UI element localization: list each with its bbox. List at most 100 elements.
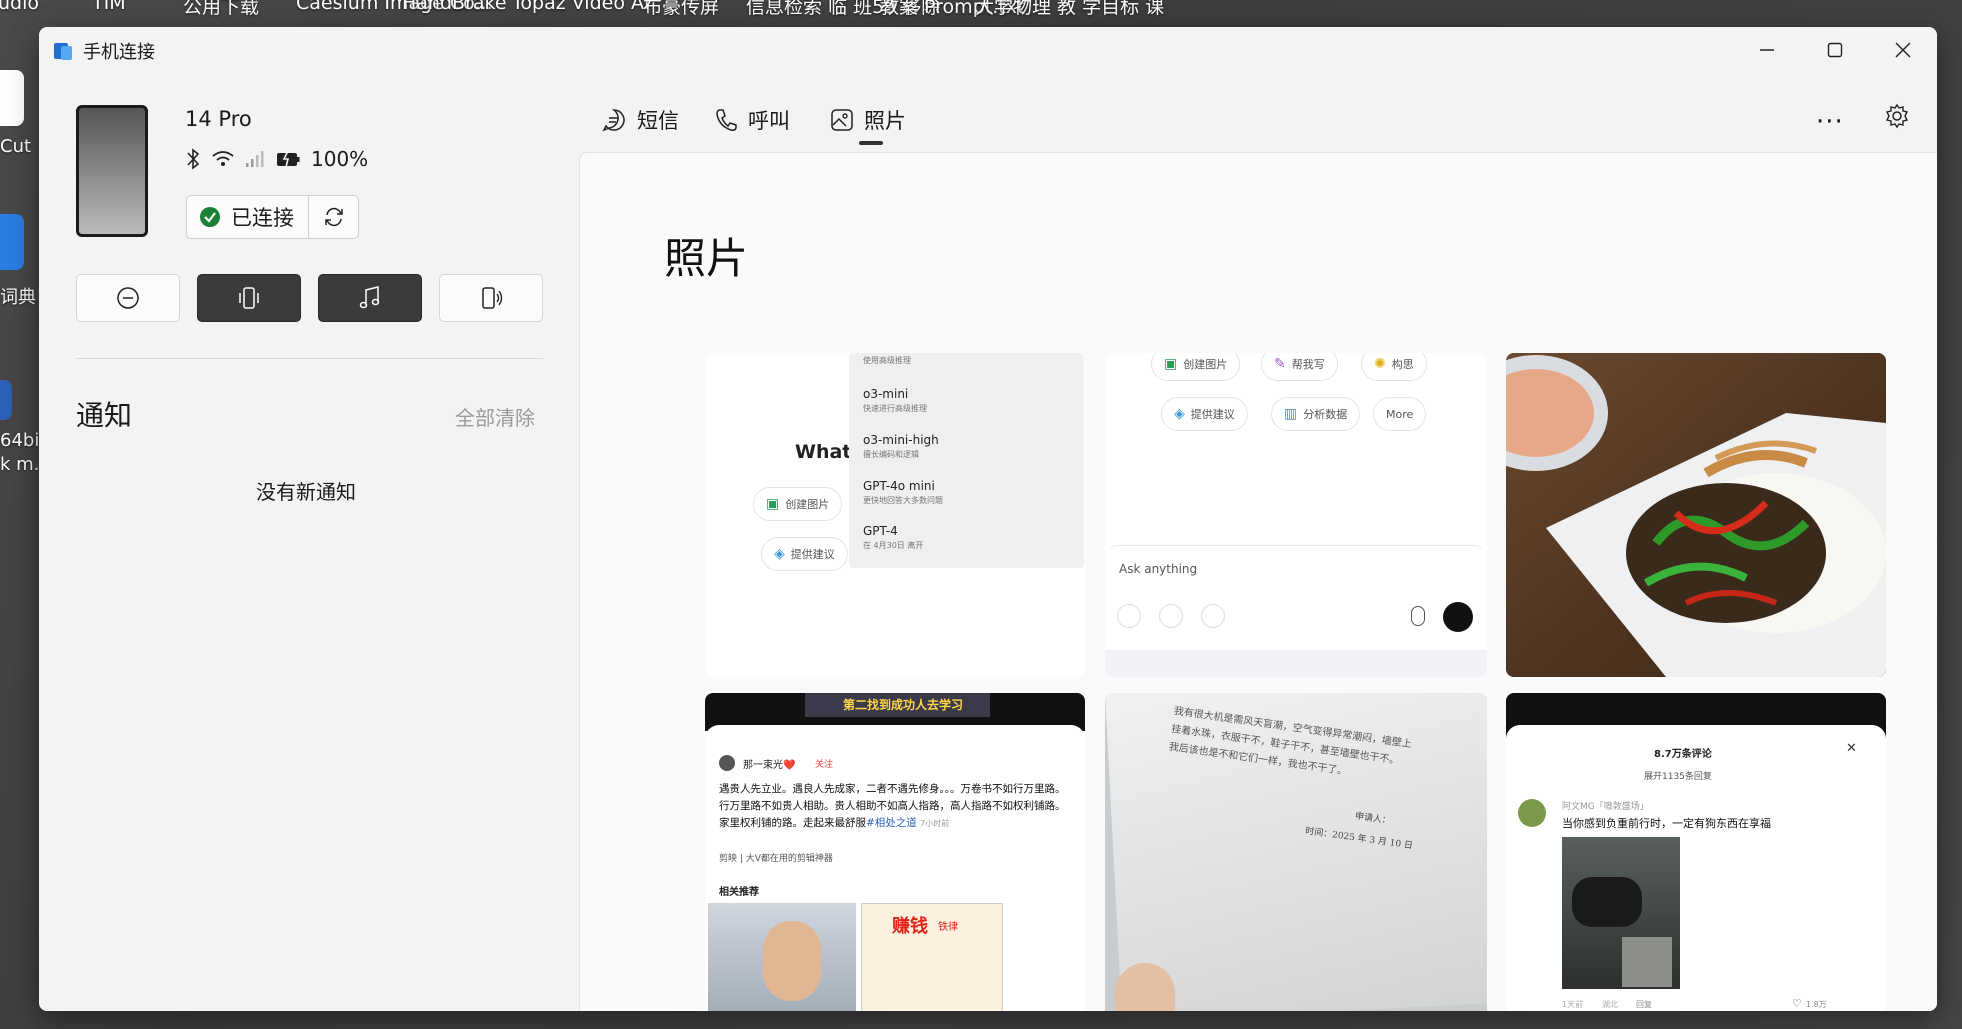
- avatar: [719, 755, 735, 771]
- more-options-button[interactable]: ···: [1816, 107, 1844, 137]
- chip-label: 提供建议: [790, 548, 835, 561]
- post-author: 那一束光❤️: [743, 760, 796, 771]
- desktop-label[interactable]: HandBrake: [402, 0, 507, 14]
- desktop-left-strip: Cut 词典 64bi k m.: [0, 0, 40, 1029]
- settings-button[interactable]: [1884, 103, 1910, 133]
- vscode-icon[interactable]: [0, 380, 12, 420]
- do-not-disturb-button[interactable]: [76, 274, 180, 322]
- battery-level: 100%: [311, 147, 369, 171]
- desktop-label[interactable]: Cut: [0, 136, 31, 157]
- desktop-label[interactable]: k m.: [0, 454, 39, 475]
- desktop-label[interactable]: 64bi: [0, 430, 39, 451]
- connection-label: 已连接: [231, 206, 294, 230]
- selected-tab-indicator: [859, 141, 883, 145]
- connection-control: 已连接: [186, 195, 359, 239]
- desktop-label[interactable]: TIM: [92, 0, 126, 14]
- photo-icon: [831, 109, 853, 131]
- related-title: 相关推荐: [719, 887, 759, 898]
- screenshot-ask-text: Ask anything: [1119, 562, 1198, 576]
- phone-icon: [716, 109, 737, 131]
- wifi-icon: [212, 151, 234, 166]
- graduation-icon: ◈: [774, 546, 785, 562]
- globe-icon: [1159, 604, 1183, 628]
- dropdown-item: o3-mini 快速进行高级推理: [863, 387, 927, 413]
- buffalo-shape: [1572, 877, 1642, 927]
- tab-label: 呼叫: [748, 109, 790, 133]
- expand-replies: 展开1135条回复: [1644, 772, 1712, 782]
- maximize-button[interactable]: [1801, 27, 1869, 73]
- desktop-label[interactable]: 公用下载: [183, 0, 259, 19]
- screenshot-chip: ✺ 构思: [1361, 353, 1427, 381]
- title-bar[interactable]: 手机连接: [39, 27, 1937, 73]
- food-photo: [1506, 353, 1886, 677]
- device-status-row: 100%: [185, 147, 368, 171]
- screenshot-chip: ◈ 提供建议: [761, 537, 848, 571]
- heart-icon: ♡: [1792, 997, 1802, 1010]
- window-title: 手机连接: [83, 42, 155, 63]
- music-note-icon: [359, 286, 380, 309]
- tab-photos[interactable]: 照片: [830, 105, 906, 135]
- notifications-title: 通知: [76, 399, 133, 432]
- desktop-label[interactable]: 大学物理 教 学目标 课: [975, 0, 1164, 19]
- attach-icon: [1117, 604, 1141, 628]
- refresh-button[interactable]: [309, 196, 358, 238]
- chip-label: 创建图片: [785, 498, 830, 511]
- image-icon: ▣: [766, 496, 780, 512]
- photo-tile[interactable]: [1506, 353, 1886, 677]
- voice-mode-icon: [1443, 602, 1473, 632]
- media-button[interactable]: [318, 274, 422, 322]
- photo-tile[interactable]: What ▣ 创建图片 ◈ 提供建议 使用高级推理 o3-mini 快速进行高级…: [705, 353, 1085, 677]
- screenshot-chip: ▥ 分析数据: [1271, 397, 1361, 431]
- screenshot-chip: More: [1373, 397, 1427, 431]
- photo-tile[interactable]: 第二找到成功人去学习 那一束光❤️ 关注 遇贵人先立业。遇良人先成家，二者不遇先…: [705, 693, 1085, 1011]
- close-icon: ✕: [1846, 741, 1857, 756]
- vibrate-mode-button[interactable]: [197, 274, 301, 322]
- phone-audio-icon: [482, 287, 503, 309]
- lightbulb-icon: ✺: [1374, 356, 1386, 372]
- chip-label: 帮我写: [1291, 358, 1325, 371]
- follow-label: 关注: [815, 760, 834, 770]
- desktop-label[interactable]: 布豪传屏: [643, 0, 719, 19]
- connected-status-button[interactable]: 已连接: [187, 196, 309, 238]
- telescope-icon: [1201, 604, 1225, 628]
- minimize-button[interactable]: [1733, 27, 1801, 73]
- dropdown-item: GPT-4 在 4月30日 离开: [863, 524, 924, 550]
- device-thumbnail: [76, 105, 148, 237]
- vibrate-icon: [239, 287, 259, 309]
- device-name: 14 Pro: [185, 107, 252, 131]
- desktop-label[interactable]: 词典: [0, 283, 36, 309]
- desktop-label[interactable]: Topaz Video AI: [512, 0, 650, 14]
- pen-icon: ✎: [1274, 356, 1286, 372]
- close-icon: [1895, 42, 1911, 58]
- message-icon: [602, 109, 625, 132]
- post-body: 遇贵人先立业。遇良人先成家，二者不遇先修身。。。万卷书不如行万里路。行万里路不如…: [719, 783, 1066, 829]
- dropdown-item: o3-mini-high 擅长编码和逻辑: [863, 433, 939, 459]
- dictionary-icon[interactable]: [0, 214, 24, 270]
- tab-label: 照片: [864, 109, 906, 133]
- close-button[interactable]: [1869, 27, 1937, 73]
- battery-charging-icon: [277, 150, 300, 168]
- photo-tile[interactable]: 8.7万条评论 ✕ 展开1135条回复 阿文MG「嗷敦盛场」 当你感到负重前行时…: [1506, 693, 1886, 1011]
- cellular-signal-icon: [246, 151, 264, 167]
- photo-tile[interactable]: ▣ 创建图片 ✎ 帮我写 ✺ 构思 ◈ 提供建议 ▥ 分析数据 More Ask…: [1105, 353, 1487, 677]
- phone-link-window: 手机连接 14 Pro 100% 已连接 通知 全部清除 没有新通知 短信 呼叫…: [39, 27, 1937, 1011]
- refresh-icon: [324, 207, 343, 227]
- related-thumb: [708, 903, 856, 1011]
- photo-tile[interactable]: 我有很大机是需风天盲潮，空气变得异常潮闷，墙壁上 挂着水珠，衣服干不，鞋子干不，…: [1105, 693, 1487, 1011]
- chip-label: 创建图片: [1183, 358, 1228, 371]
- clear-all-button[interactable]: 全部清除: [455, 402, 535, 431]
- comment-user: 阿文MG「嗷敦盛场」: [1562, 802, 1649, 812]
- model-dropdown: 使用高级推理 o3-mini 快速进行高级推理 o3-mini-high 擅长编…: [849, 353, 1084, 568]
- comment-image: [1562, 837, 1680, 989]
- capcut-icon[interactable]: [0, 70, 24, 126]
- image-icon: ▣: [1164, 356, 1178, 372]
- chip-label: More: [1386, 407, 1414, 421]
- chip-label: 分析数据: [1303, 408, 1348, 421]
- panel-divider: [76, 358, 543, 359]
- audio-transfer-button[interactable]: [439, 274, 543, 322]
- wall-shape: [1622, 937, 1672, 987]
- tab-calls[interactable]: 呼叫: [714, 105, 790, 135]
- microphone-icon: [1411, 606, 1425, 626]
- minimize-icon: [1760, 49, 1774, 51]
- tab-messages[interactable]: 短信: [601, 105, 679, 135]
